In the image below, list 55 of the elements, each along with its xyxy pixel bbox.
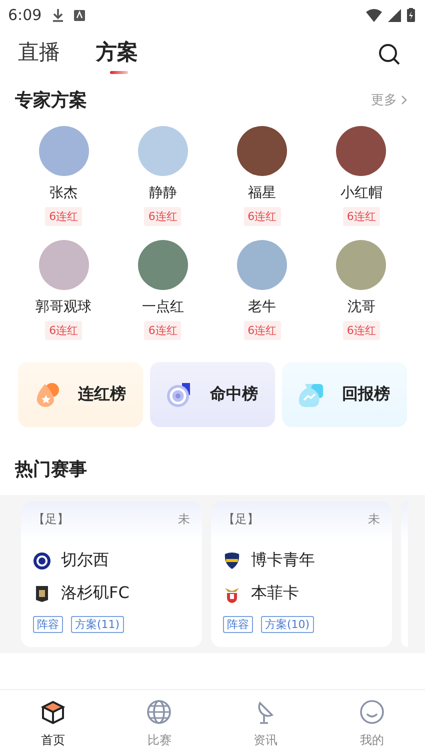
streak-badge: 6连红 [244, 207, 281, 226]
streak-badge: 6连红 [342, 321, 380, 340]
expert-name[interactable]: 一点红 [142, 298, 184, 316]
streak-badge: 6连红 [244, 321, 281, 340]
team-crest-icon [33, 552, 51, 570]
nav-tab[interactable]: 资讯 [212, 690, 319, 756]
team-name: 洛杉矶FC [61, 583, 130, 604]
match-tag[interactable]: 方案(10) [261, 616, 314, 633]
expert-name[interactable]: 福星 [248, 184, 276, 202]
nav-tab[interactable]: 首页 [0, 690, 106, 756]
sport-label: 【足】 [33, 511, 69, 528]
box-icon [39, 698, 68, 726]
streak-badge: 6连红 [45, 321, 82, 340]
match-status: 未 [368, 511, 380, 528]
streak-badge: 6连红 [342, 207, 380, 226]
top-tab[interactable]: 方案 [96, 34, 138, 74]
expert-name[interactable]: 沈哥 [347, 298, 376, 316]
nav-tab[interactable]: 比赛 [106, 690, 212, 756]
expert-name[interactable]: 张杰 [50, 184, 78, 202]
ranking-card[interactable]: 回报榜 [282, 362, 407, 427]
expert-name[interactable]: 老牛 [248, 298, 276, 316]
streak-badge: 6连红 [144, 321, 182, 340]
section-title: 热门赛事 [15, 458, 87, 481]
top-tab[interactable]: 直播 [18, 34, 60, 74]
signal-icon [388, 8, 401, 22]
sport-label: 【足】 [223, 511, 259, 528]
expert-name[interactable]: 郭哥观球 [36, 298, 92, 316]
ranking-card[interactable]: 连红榜 [18, 362, 143, 427]
expert-name[interactable]: 静静 [148, 184, 177, 202]
notification-icon [74, 10, 85, 20]
match-tag[interactable]: 方案(11) [71, 616, 124, 633]
nav-tab[interactable]: 我的 [318, 690, 425, 756]
search-icon[interactable] [378, 43, 400, 65]
globe-icon [145, 698, 174, 726]
chevron-right-icon[interactable] [401, 95, 407, 105]
match-card[interactable]: 【足】 未 切尔西 洛杉矶FC 阵容 方案(11) [21, 501, 202, 647]
match-status: 未 [178, 511, 190, 528]
section-title: 专家方案 [15, 89, 87, 112]
team-crest-icon [223, 552, 241, 570]
team-name: 本菲卡 [251, 583, 299, 604]
streak-badge: 6连红 [45, 207, 82, 226]
smiley-icon [358, 698, 386, 726]
match-tag[interactable]: 阵容 [223, 616, 253, 633]
wifi-icon [366, 8, 382, 22]
battery-icon [407, 8, 415, 22]
download-icon [52, 8, 64, 22]
team-name: 切尔西 [61, 550, 109, 571]
expert-name[interactable]: 小红帽 [340, 184, 382, 202]
team-crest-icon [33, 584, 51, 602]
team-name: 博卡青年 [251, 550, 315, 571]
match-tag[interactable]: 阵容 [33, 616, 63, 633]
ranking-card[interactable]: 命中榜 [150, 362, 275, 427]
match-card[interactable]: 【足】 未 博卡青年 本菲卡 阵容 方案(10) [211, 501, 392, 647]
streak-badge: 6连红 [144, 207, 182, 226]
status-time: 6:09 [8, 6, 42, 24]
